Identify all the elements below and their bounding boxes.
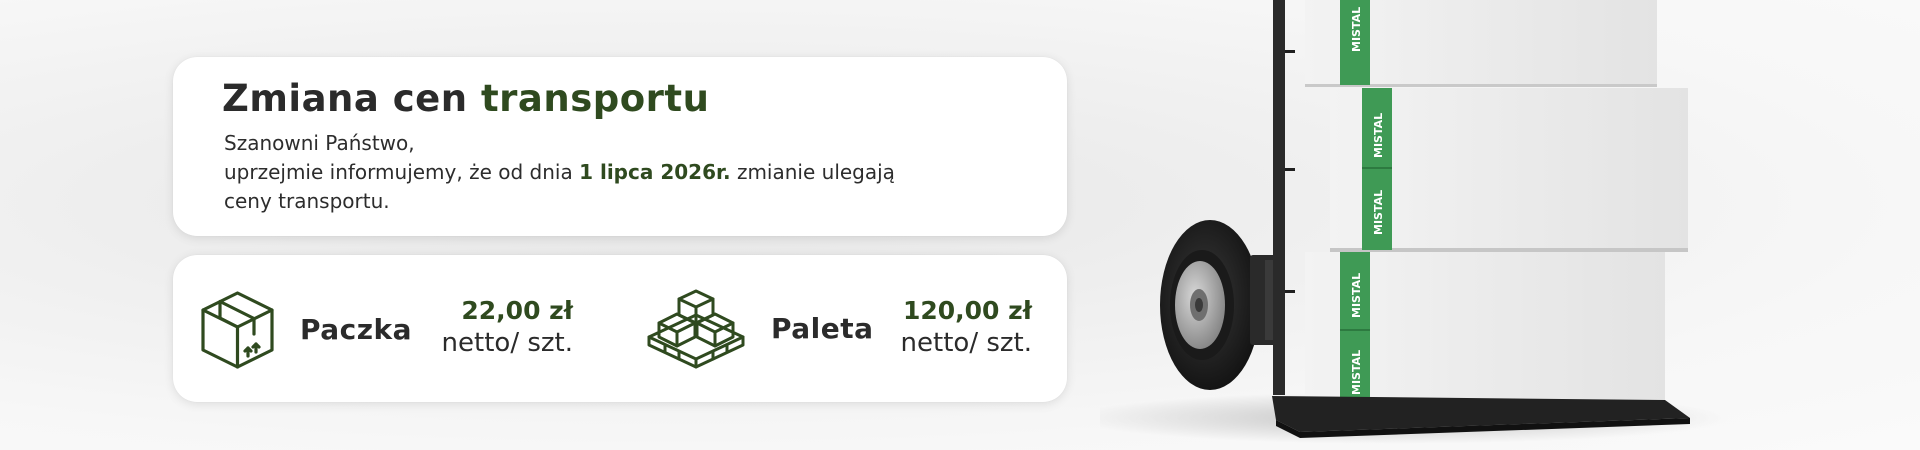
hand-truck-with-boxes-image: MISTAL MISTAL MISTAL MISTAL MISTAL <box>1100 0 1730 444</box>
notice-message: Szanowni Państwo, uprzejmie informujemy,… <box>224 129 984 216</box>
headline-text: Zmiana cen <box>222 77 468 120</box>
pallet-price: 120,00 zł <box>902 296 1032 325</box>
parcel-box-icon <box>201 291 274 369</box>
wheel <box>1160 220 1260 390</box>
pallet-label: Paleta <box>771 312 874 345</box>
parcel-label: Paczka <box>300 313 413 346</box>
brand-mark: MISTAL <box>1350 350 1363 395</box>
transport-price-banner: Zmiana cen transportu Szanowni Państwo, … <box>0 0 1920 450</box>
price-change-notice-card: Zmiana cen transportu Szanowni Państwo, … <box>173 57 1067 236</box>
parcel-price-unit: netto/ szt. <box>441 328 573 358</box>
pallet-price-unit: netto/ szt. <box>900 328 1032 358</box>
notice-text-after-date: zmianie ulegają <box>736 160 895 184</box>
brand-mark: MISTAL <box>1372 113 1385 158</box>
effective-date: 1 lipca 2026r. <box>579 160 731 184</box>
box-stack: MISTAL MISTAL MISTAL MISTAL MISTAL <box>1305 0 1688 404</box>
notice-line-2: uprzejmie informujemy, że od dnia 1 lipc… <box>224 158 984 187</box>
parcel-price: 22,00 zł <box>461 296 573 325</box>
brand-mark: MISTAL <box>1350 7 1363 52</box>
brand-mark: MISTAL <box>1372 190 1385 235</box>
notice-line-3: ceny transportu. <box>224 189 390 213</box>
headline-accent-text: transportu <box>480 77 710 120</box>
notice-text-before-date: uprzejmie informujemy, że od dnia <box>224 160 573 184</box>
parcel-price-block: 22,00 zł netto/ szt. <box>442 295 573 359</box>
brand-mark: MISTAL <box>1350 273 1363 318</box>
pallet-boxes-icon <box>647 289 745 369</box>
headline: Zmiana cen transportu <box>222 77 709 120</box>
price-list-card: Paczka 22,00 zł netto/ szt. Paleta 120,0… <box>173 255 1067 402</box>
greeting-text: Szanowni Państwo, <box>224 131 415 155</box>
pallet-price-block: 120,00 zł netto/ szt. <box>901 295 1032 359</box>
